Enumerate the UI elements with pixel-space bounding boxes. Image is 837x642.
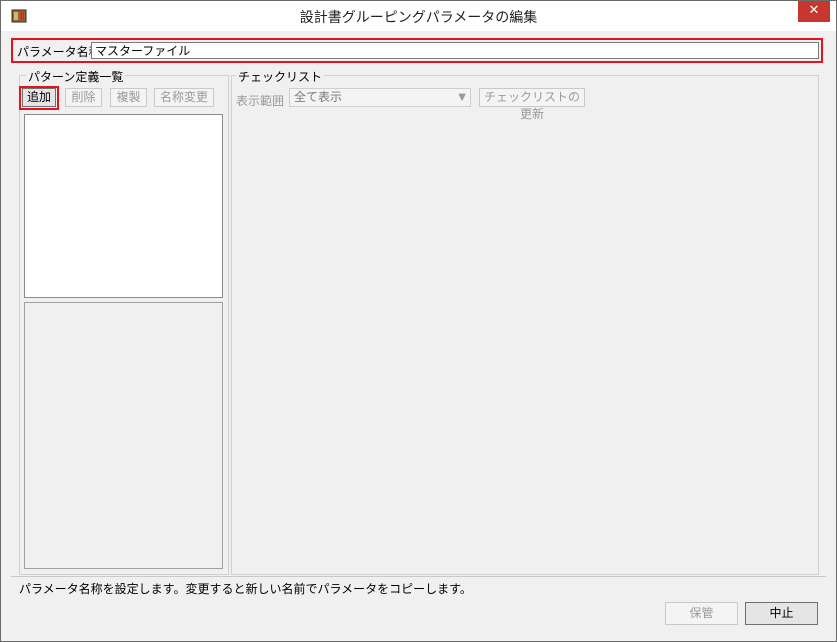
checklist-group: チェックリスト: [231, 68, 819, 575]
title-bar: 設計書グルーピングパラメータの編集 ✕: [1, 1, 836, 31]
pattern-list[interactable]: [24, 114, 223, 298]
parameter-name-row: パラメータ名称 マスターファイル: [11, 38, 823, 63]
delete-pattern-button[interactable]: 削除: [65, 88, 102, 107]
refresh-checklist-button[interactable]: チェックリストの更新: [479, 88, 585, 121]
status-message: パラメータ名称を設定します。変更すると新しい名前でパラメータをコピーします。: [19, 582, 472, 596]
window-title: 設計書グルーピングパラメータの編集: [299, 10, 538, 26]
display-scope-value: 全て表示: [294, 90, 343, 104]
display-scope-label: 表示範囲: [236, 94, 285, 108]
close-icon: ✕: [808, 3, 820, 18]
rename-pattern-button[interactable]: 名称変更: [154, 88, 214, 107]
chevron-down-icon: ▼: [458, 92, 466, 103]
parameter-name-input[interactable]: マスターファイル: [91, 42, 819, 59]
pattern-definition-title: パターン定義一覧: [26, 68, 126, 85]
checklist-title: チェックリスト: [236, 68, 325, 85]
status-divider: [11, 576, 826, 577]
save-button[interactable]: 保管: [665, 602, 738, 625]
close-button[interactable]: ✕: [798, 1, 830, 22]
copy-pattern-button[interactable]: 複製: [110, 88, 147, 107]
add-pattern-button[interactable]: 追加: [22, 88, 56, 107]
parameter-name-label: パラメータ名称: [17, 45, 101, 59]
cancel-button[interactable]: 中止: [745, 602, 818, 625]
display-scope-select[interactable]: 全て表示 ▼: [289, 88, 471, 107]
pattern-detail-panel: [24, 302, 223, 569]
dialog-window: 設計書グルーピングパラメータの編集 ✕ パラメータ名称 マスターファイル パター…: [0, 0, 837, 642]
